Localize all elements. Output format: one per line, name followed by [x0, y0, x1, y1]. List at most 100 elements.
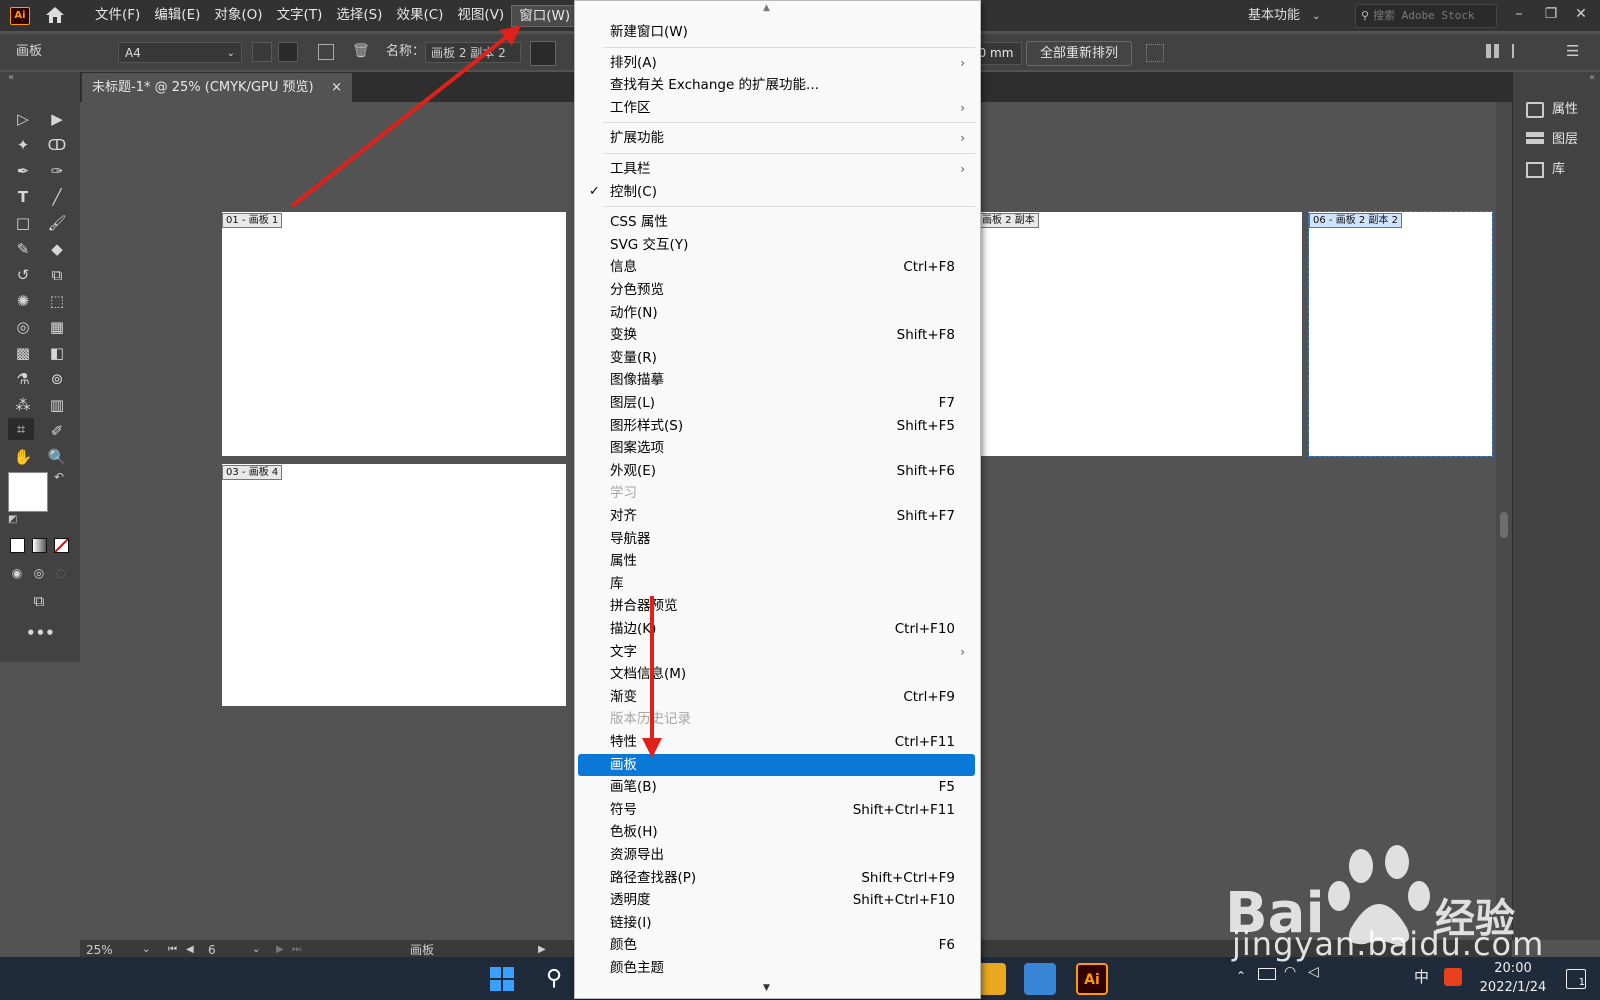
line-tool-icon[interactable]: ╱ — [44, 186, 70, 208]
panel-menu-icon[interactable]: ☰ — [1566, 42, 1579, 60]
rotate-tool-icon[interactable]: ↺ — [10, 264, 36, 286]
align-icon[interactable] — [1512, 44, 1530, 58]
menu-file[interactable]: 文件(F) — [88, 0, 147, 31]
hand-tool-icon[interactable]: ✋ — [10, 446, 36, 468]
expand-panels-icon[interactable]: « — [1589, 72, 1595, 83]
libraries-panel-button[interactable]: 库 — [1526, 158, 1596, 182]
menu-item-外观[interactable]: 外观(E) Shift+F6 — [578, 460, 975, 482]
menu-item-资源导出[interactable]: 资源导出 — [578, 844, 975, 866]
menu-item-分色预览[interactable]: 分色预览 — [578, 279, 975, 301]
menu-item-图层[interactable]: 图层(L) F7 — [578, 392, 975, 414]
artboard-2-copy-2[interactable] — [1308, 211, 1493, 457]
menu-edit[interactable]: 编辑(E) — [147, 0, 207, 31]
menu-item-控制[interactable]: ✓ 控制(C) — [578, 181, 975, 203]
mesh-tool-icon[interactable]: ▩ — [10, 342, 36, 364]
curvature-tool-icon[interactable]: ✑ — [44, 160, 70, 182]
graph-tool-icon[interactable]: ▥ — [44, 394, 70, 416]
default-colors-icon[interactable]: ◩ — [8, 514, 17, 525]
draw-inside-icon[interactable]: ◌ — [48, 562, 74, 584]
gradient-mode-icon[interactable] — [32, 538, 47, 553]
menu-item-库[interactable]: 库 — [578, 573, 975, 595]
menu-item-图像描摹[interactable]: 图像描摹 — [578, 369, 975, 391]
menu-item-路径查找器[interactable]: 路径查找器(P) Shift+Ctrl+F9 — [578, 867, 975, 889]
menu-item-特性[interactable]: 特性 Ctrl+F11 — [578, 731, 975, 753]
move-artwork-icon[interactable] — [530, 41, 556, 66]
menu-item-新建窗口[interactable]: 新建窗口(W) — [578, 21, 975, 43]
menu-item-变换[interactable]: 变换 Shift+F8 — [578, 324, 975, 346]
menu-item-色板[interactable]: 色板(H) — [578, 821, 975, 843]
scrollbar-thumb[interactable] — [1500, 512, 1508, 538]
stock-search-input[interactable]: ⚲ 搜索 Adobe Stock — [1355, 4, 1497, 28]
workspace-switcher[interactable]: 基本功能 ⌄ — [1248, 5, 1321, 27]
notepad-icon[interactable] — [1024, 963, 1056, 995]
eyedropper-tool-icon[interactable]: ⚗ — [10, 368, 36, 390]
search-icon[interactable]: ⚲ — [538, 963, 570, 995]
none-mode-icon[interactable] — [54, 538, 69, 553]
menu-item-导航器[interactable]: 导航器 — [578, 528, 975, 550]
screen-mode-icon[interactable]: ⧉ — [26, 590, 52, 612]
menu-item-工具栏[interactable]: 工具栏 › — [578, 158, 975, 180]
rearrange-all-button[interactable]: 全部重新排列 — [1026, 41, 1132, 66]
symbol-sprayer-tool-icon[interactable]: ⁂ — [10, 394, 36, 416]
landscape-icon[interactable] — [278, 42, 298, 62]
menu-type[interactable]: 文字(T) — [270, 0, 330, 31]
menu-item-渐变[interactable]: 渐变 Ctrl+F9 — [578, 686, 975, 708]
menu-item-颜色主题[interactable]: 颜色主题 — [578, 957, 975, 979]
menu-effect[interactable]: 效果(C) — [389, 0, 450, 31]
artboard-name-field[interactable]: 画板 2 副本 2 — [425, 42, 521, 63]
grid-icon[interactable] — [1146, 44, 1164, 62]
windows-start-icon[interactable] — [486, 963, 518, 995]
pen-tool-icon[interactable]: ✒ — [10, 160, 36, 182]
artboard-1[interactable] — [222, 212, 566, 456]
blend-tool-icon[interactable]: ⊚ — [44, 368, 70, 390]
scale-tool-icon[interactable]: ⧉ — [44, 264, 70, 286]
menu-item-文档信息[interactable]: 文档信息(M) — [578, 663, 975, 685]
minimize-icon[interactable]: – — [1508, 3, 1530, 25]
gradient-tool-icon[interactable]: ◧ — [44, 342, 70, 364]
free-transform-tool-icon[interactable]: ⬚ — [44, 290, 70, 312]
close-tab-icon[interactable]: × — [331, 73, 342, 102]
rectangle-tool-icon[interactable]: □ — [10, 212, 36, 234]
menu-item-颜色[interactable]: 颜色 F6 — [578, 934, 975, 956]
menu-item-画板[interactable]: 画板 — [578, 753, 975, 776]
menu-item-变量[interactable]: 变量(R) — [578, 347, 975, 369]
lasso-tool-icon[interactable]: ↀ — [44, 134, 70, 156]
menu-item-图形样式[interactable]: 图形样式(S) Shift+F5 — [578, 415, 975, 437]
paintbrush-tool-icon[interactable]: 🖌 — [44, 212, 70, 234]
menu-item-透明度[interactable]: 透明度 Shift+Ctrl+F10 — [578, 889, 975, 911]
portrait-icon[interactable] — [252, 42, 272, 62]
collapse-icon[interactable]: « — [8, 72, 14, 83]
menu-item-图案选项[interactable]: 图案选项 — [578, 437, 975, 459]
artboard-4[interactable] — [222, 464, 566, 706]
color-mode-icon[interactable] — [10, 538, 25, 553]
magic-wand-tool-icon[interactable]: ✦ — [10, 134, 36, 156]
shaper-tool-icon[interactable]: ✎ — [10, 238, 36, 260]
illustrator-taskbar-icon[interactable]: Ai — [1076, 963, 1108, 995]
properties-panel-button[interactable]: 属性 — [1526, 98, 1596, 122]
selection-tool-icon[interactable]: ▷ — [10, 108, 36, 130]
direct-selection-tool-icon[interactable]: ▶ — [44, 108, 70, 130]
close-window-icon[interactable]: ✕ — [1570, 3, 1592, 25]
perspective-grid-tool-icon[interactable]: ▦ — [44, 316, 70, 338]
restore-icon[interactable]: ❐ — [1540, 3, 1562, 25]
new-artboard-icon[interactable] — [318, 44, 334, 60]
menu-item-画笔[interactable]: 画笔(B) F5 — [578, 776, 975, 798]
arrange-icon[interactable] — [1486, 44, 1500, 58]
more-tools-icon[interactable]: ••• — [26, 622, 55, 644]
document-tab[interactable]: 未标题-1* @ 25% (CMYK/GPU 预览) × — [82, 73, 352, 102]
menu-select[interactable]: 选择(S) — [329, 0, 389, 31]
menu-item-符号[interactable]: 符号 Shift+Ctrl+F11 — [578, 799, 975, 821]
scroll-up-icon[interactable]: ▲ — [763, 3, 770, 13]
menu-item-svg-交互[interactable]: SVG 交互(Y) — [578, 234, 975, 256]
menu-item-信息[interactable]: 信息 Ctrl+F8 — [578, 256, 975, 278]
shape-builder-tool-icon[interactable]: ◎ — [10, 316, 36, 338]
eraser-tool-icon[interactable]: ◆ — [44, 238, 70, 260]
warp-tool-icon[interactable]: ✺ — [10, 290, 36, 312]
menu-item-对齐[interactable]: 对齐 Shift+F7 — [578, 505, 975, 527]
menu-item-拼合器预览[interactable]: 拼合器预览 — [578, 595, 975, 617]
menu-view[interactable]: 视图(V) — [450, 0, 511, 31]
delete-artboard-icon[interactable]: 🗑 — [352, 43, 370, 59]
swap-colors-icon[interactable]: ↶ — [54, 470, 64, 484]
layers-panel-button[interactable]: 图层 — [1526, 128, 1596, 152]
menu-item-css-属性[interactable]: CSS 属性 — [578, 211, 975, 233]
